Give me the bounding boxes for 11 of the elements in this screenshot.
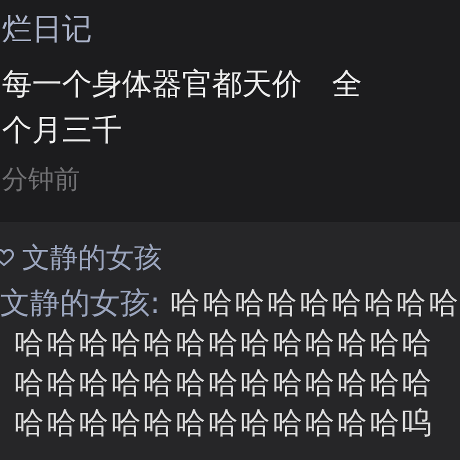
diary-title: 烂日记 [2, 11, 92, 49]
comment-author[interactable]: 文静的女孩: [0, 284, 160, 324]
heart-icon[interactable] [0, 249, 14, 267]
comment-text-line: 哈哈哈哈哈哈哈哈哈哈哈哈呜 [14, 405, 434, 443]
post-text-line: 每一个身体器官都天价 全 [2, 66, 362, 104]
post-text-line: 个月三千 [2, 112, 122, 150]
liker-name[interactable]: 文静的女孩 [22, 239, 162, 277]
comment-text-line: 哈哈哈哈哈哈哈哈哈哈哈哈哈 [14, 365, 434, 403]
post-time: 分钟前 [2, 164, 80, 197]
comment-text-line: 哈哈哈哈哈哈哈哈哈哈哈哈哈 [14, 325, 434, 363]
comment-text-line: 哈哈哈哈哈哈哈哈哈 [170, 285, 460, 323]
